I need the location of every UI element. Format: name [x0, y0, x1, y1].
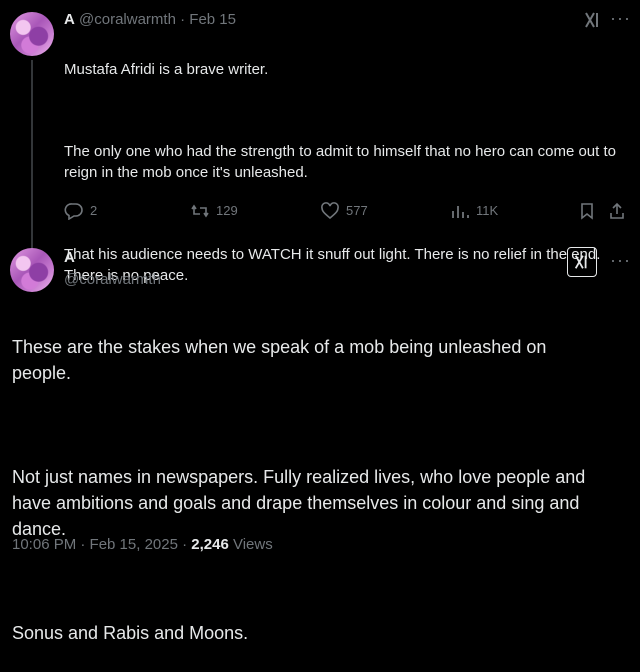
avatar[interactable] [10, 248, 54, 292]
author-handle[interactable]: @coralwarmth [79, 11, 176, 28]
grok-icon[interactable] [567, 247, 597, 277]
post-header: A @coralwarmth · Feb 15 [64, 10, 236, 30]
like-icon [321, 202, 339, 220]
paragraph: Mustafa Afridi is a brave writer. [64, 61, 269, 78]
post-timestamp[interactable]: 10:06 PM · Feb 15, 2025 · [12, 536, 191, 553]
quoted-post-text: Mustafa Afridi is a brave writer. The on… [64, 38, 634, 307]
reply-count: 2 [90, 203, 98, 218]
reply-button[interactable]: 2 [64, 202, 97, 220]
separator-dot: · [180, 11, 186, 28]
views-count: 11K [476, 203, 499, 218]
more-icon[interactable]: ··· [610, 8, 631, 29]
views-button[interactable]: 11K [450, 202, 498, 220]
repost-button[interactable]: 129 [190, 202, 238, 220]
share-button[interactable] [608, 202, 632, 220]
post-author: A [64, 248, 75, 268]
grok-icon[interactable] [583, 10, 603, 35]
like-button[interactable]: 577 [320, 202, 368, 220]
author-name[interactable]: A [64, 11, 75, 28]
paragraph: Sonus and Rabis and Moons. [12, 623, 249, 643]
views-label: Views [228, 536, 273, 553]
paragraph: Not just names in newspapers. Fully real… [12, 467, 586, 539]
more-icon[interactable]: ··· [610, 250, 631, 271]
avatar[interactable] [10, 12, 54, 56]
reply-icon [64, 203, 83, 220]
post-date[interactable]: Feb 15 [189, 11, 236, 28]
main-post-text: These are the stakes when we speak of a … [12, 308, 628, 672]
views-icon [452, 206, 469, 218]
author-handle[interactable]: @coralwarmth [64, 270, 161, 290]
author-name[interactable]: A [64, 249, 75, 266]
bookmark-icon [581, 203, 593, 220]
thread-line [31, 60, 33, 255]
share-icon [610, 202, 624, 219]
paragraph: These are the stakes when we speak of a … [12, 337, 547, 383]
views-count: 2,246 [191, 536, 229, 553]
repost-icon [191, 204, 209, 218]
repost-count: 129 [216, 203, 238, 218]
post-metadata: 10:06 PM · Feb 15, 2025 · 2,246 Views [12, 535, 273, 555]
like-count: 577 [346, 203, 368, 218]
paragraph: The only one who had the strength to adm… [64, 143, 616, 181]
bookmark-button[interactable] [578, 202, 602, 220]
